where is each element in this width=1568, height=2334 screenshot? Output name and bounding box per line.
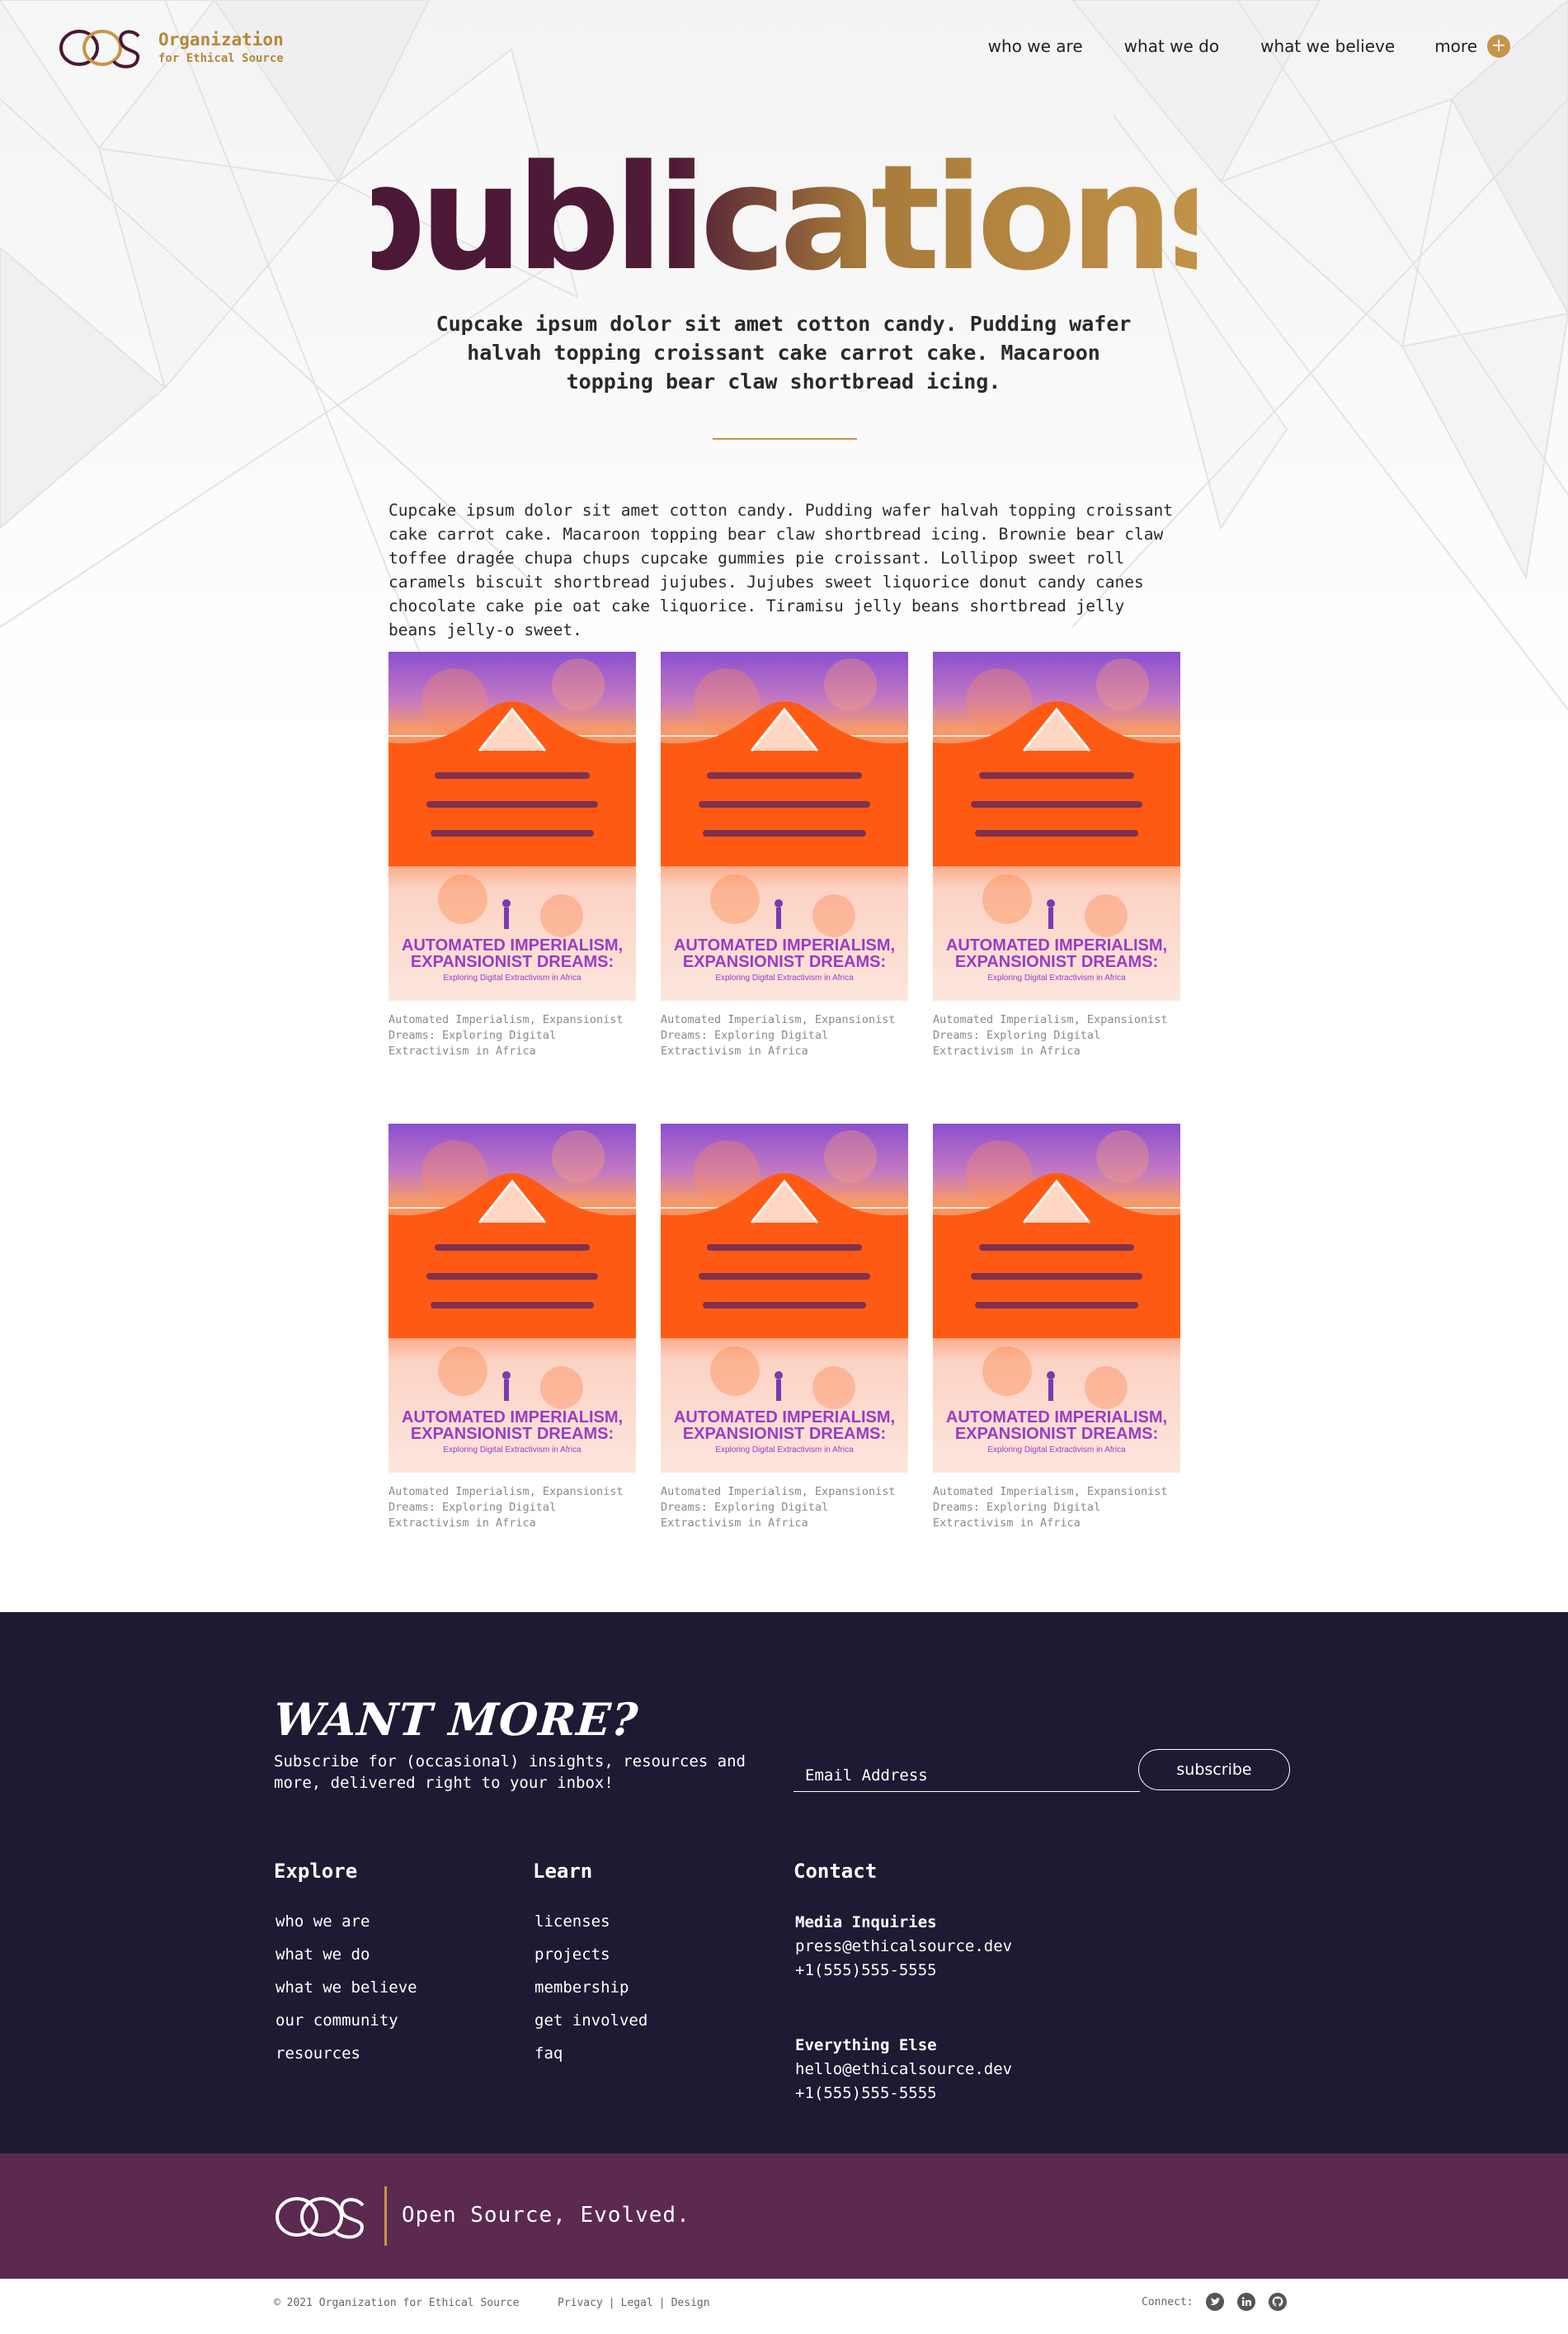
band-divider bbox=[384, 2186, 387, 2246]
page-title: publications bbox=[0, 144, 1568, 309]
bottom-bar: © 2021 Organization for Ethical Source P… bbox=[0, 2279, 1568, 2334]
design-link[interactable]: Design bbox=[671, 2297, 710, 2309]
footer-link-projects[interactable]: projects bbox=[534, 1944, 647, 1965]
publication-card[interactable]: AUTOMATED IMPERIALISM, EXPANSIONIST DREA… bbox=[388, 652, 636, 1059]
publication-card[interactable]: AUTOMATED IMPERIALISM, EXPANSIONIST DREA… bbox=[933, 652, 1180, 1059]
learn-heading: Learn bbox=[533, 1860, 593, 1883]
publication-cover-image: AUTOMATED IMPERIALISM, EXPANSIONIST DREA… bbox=[933, 1124, 1180, 1473]
privacy-link[interactable]: Privacy bbox=[558, 2297, 603, 2309]
cover-title-line: EXPANSIONIST DREAMS: bbox=[955, 953, 1158, 971]
everything-else-label: Everything Else bbox=[795, 2036, 937, 2054]
publication-card[interactable]: AUTOMATED IMPERIALISM, EXPANSIONIST DREA… bbox=[661, 1124, 908, 1531]
email-field[interactable] bbox=[793, 1759, 1140, 1792]
nav-what-we-believe[interactable]: what we believe bbox=[1260, 36, 1395, 56]
publication-card[interactable]: AUTOMATED IMPERIALISM, EXPANSIONIST DREA… bbox=[933, 1124, 1180, 1531]
publication-caption: Automated Imperialism, Expansionist Drea… bbox=[388, 1485, 624, 1530]
cover-subtitle: Exploring Digital Extractivism in Africa bbox=[987, 974, 1126, 983]
separator: | bbox=[658, 2297, 666, 2309]
nav-more[interactable]: more + bbox=[1434, 35, 1510, 58]
media-inquiries-label: Media Inquiries bbox=[795, 1913, 937, 1931]
publication-cover-image: AUTOMATED IMPERIALISM, EXPANSIONIST DREA… bbox=[661, 1124, 908, 1473]
footer-contact: Contact Media Inquiries press@ethicalsou… bbox=[793, 1860, 1012, 2105]
github-icon[interactable] bbox=[1268, 2292, 1288, 2312]
publication-caption: Automated Imperialism, Expansionist Drea… bbox=[933, 1485, 1168, 1530]
cover-title-line: EXPANSIONIST DREAMS: bbox=[411, 953, 614, 971]
page-subtitle: Cupcake ipsum dolor sit amet cotton cand… bbox=[436, 312, 1132, 394]
cover-title-line: EXPANSIONIST DREAMS: bbox=[955, 1425, 1158, 1443]
cover-subtitle: Exploring Digital Extractivism in Africa bbox=[987, 1445, 1126, 1455]
site-header: Organization for Ethical Source who we a… bbox=[0, 0, 1568, 99]
publication-caption: Automated Imperialism, Expansionist Drea… bbox=[661, 1485, 896, 1530]
copyright: © 2021 Organization for Ethical Source bbox=[274, 2297, 520, 2309]
footer-link-licenses[interactable]: licenses bbox=[534, 1911, 647, 1932]
cover-subtitle: Exploring Digital Extractivism in Africa bbox=[715, 1445, 854, 1455]
cover-subtitle: Exploring Digital Extractivism in Africa bbox=[715, 974, 854, 983]
subscribe-button[interactable]: subscribe bbox=[1138, 1749, 1290, 1790]
cover-title-line: EXPANSIONIST DREAMS: bbox=[683, 1425, 886, 1443]
site-footer: WANT MORE? Subscribe for (occasional) in… bbox=[0, 1612, 1568, 2153]
cover-title-line: AUTOMATED IMPERIALISM, bbox=[402, 936, 623, 955]
cover-title-line: AUTOMATED IMPERIALISM, bbox=[402, 1408, 623, 1426]
legal-link[interactable]: Legal bbox=[621, 2297, 653, 2309]
nav-who-we-are[interactable]: who we are bbox=[988, 36, 1083, 56]
slogan-band: Open Source, Evolved. bbox=[0, 2153, 1568, 2279]
publication-cover-image: AUTOMATED IMPERIALISM, EXPANSIONIST DREA… bbox=[388, 1124, 636, 1473]
publication-cover-image: AUTOMATED IMPERIALISM, EXPANSIONIST DREA… bbox=[933, 652, 1180, 1001]
plus-icon: + bbox=[1487, 35, 1510, 58]
cover-title-line: AUTOMATED IMPERIALISM, bbox=[674, 1408, 895, 1426]
footer-explore: Explore who we are what we do what we be… bbox=[274, 1860, 417, 2076]
intro-paragraph: Cupcake ipsum dolor sit amet cotton cand… bbox=[388, 501, 1173, 639]
publication-cover-image: AUTOMATED IMPERIALISM, EXPANSIONIST DREA… bbox=[388, 652, 636, 1001]
title-divider bbox=[713, 438, 857, 440]
separator: | bbox=[608, 2297, 615, 2309]
cover-title-line: AUTOMATED IMPERIALISM, bbox=[674, 936, 895, 955]
footer-link-who-we-are[interactable]: who we are bbox=[275, 1911, 417, 1932]
svg-text:publications: publications bbox=[372, 144, 1197, 303]
publication-card[interactable]: AUTOMATED IMPERIALISM, EXPANSIONIST DREA… bbox=[661, 652, 908, 1059]
footer-link-membership[interactable]: membership bbox=[534, 1977, 647, 1998]
footer-link-our-community[interactable]: our community bbox=[275, 2010, 417, 2031]
footer-link-resources[interactable]: resources bbox=[275, 2043, 417, 2064]
oes-logo-icon bbox=[275, 2197, 365, 2239]
oes-logo-icon bbox=[59, 30, 140, 68]
footer-link-what-we-do[interactable]: what we do bbox=[275, 1944, 417, 1965]
logo-name: Organization bbox=[158, 30, 284, 50]
logo-tagline: for Ethical Source bbox=[158, 52, 284, 66]
general-email-link[interactable]: hello@ethicalsource.dev bbox=[795, 2058, 1012, 2082]
page-title-text: publications bbox=[372, 144, 1197, 303]
media-phone[interactable]: +1(555)555-5555 bbox=[795, 1959, 1012, 1983]
slogan-text: Open Source, Evolved. bbox=[402, 2203, 690, 2228]
general-phone[interactable]: +1(555)555-5555 bbox=[795, 2082, 1012, 2105]
publication-caption: Automated Imperialism, Expansionist Drea… bbox=[933, 1013, 1168, 1058]
footer-link-what-we-believe[interactable]: what we believe bbox=[275, 1977, 417, 1998]
nav-what-we-do[interactable]: what we do bbox=[1124, 36, 1219, 56]
cover-title-line: EXPANSIONIST DREAMS: bbox=[411, 1425, 614, 1443]
legal-links: Privacy | Legal | Design bbox=[558, 2297, 710, 2309]
newsletter-text: Subscribe for (occasional) insights, res… bbox=[274, 1752, 746, 1792]
publication-card[interactable]: AUTOMATED IMPERIALISM, EXPANSIONIST DREA… bbox=[388, 1124, 636, 1531]
footer-learn: Learn licenses projects membership get i… bbox=[533, 1860, 647, 2076]
social-connect: Connect: bbox=[1142, 2292, 1288, 2312]
footer-link-get-involved[interactable]: get involved bbox=[534, 2010, 647, 2031]
publication-caption: Automated Imperialism, Expansionist Drea… bbox=[661, 1013, 896, 1058]
publication-caption: Automated Imperialism, Expansionist Drea… bbox=[388, 1013, 624, 1058]
cover-subtitle: Exploring Digital Extractivism in Africa bbox=[443, 974, 582, 983]
twitter-icon[interactable] bbox=[1205, 2292, 1225, 2312]
cover-title-line: EXPANSIONIST DREAMS: bbox=[683, 953, 886, 971]
linkedin-icon[interactable] bbox=[1236, 2292, 1256, 2312]
footer-link-faq[interactable]: faq bbox=[534, 2043, 647, 2064]
cover-title-line: AUTOMATED IMPERIALISM, bbox=[946, 936, 1167, 955]
cover-title-line: AUTOMATED IMPERIALISM, bbox=[946, 1408, 1167, 1426]
newsletter-heading: WANT MORE? bbox=[271, 1693, 641, 1746]
cover-subtitle: Exploring Digital Extractivism in Africa bbox=[443, 1445, 582, 1455]
main-nav: who we are what we do what we believe mo… bbox=[947, 35, 1510, 58]
site-logo[interactable]: Organization for Ethical Source bbox=[58, 25, 284, 71]
publication-cover-image: AUTOMATED IMPERIALISM, EXPANSIONIST DREA… bbox=[661, 652, 908, 1001]
connect-label: Connect: bbox=[1142, 2295, 1194, 2308]
explore-heading: Explore bbox=[274, 1860, 358, 1883]
nav-more-label: more bbox=[1434, 36, 1477, 56]
contact-heading: Contact bbox=[793, 1860, 878, 1883]
media-email-link[interactable]: press@ethicalsource.dev bbox=[795, 1935, 1012, 1959]
